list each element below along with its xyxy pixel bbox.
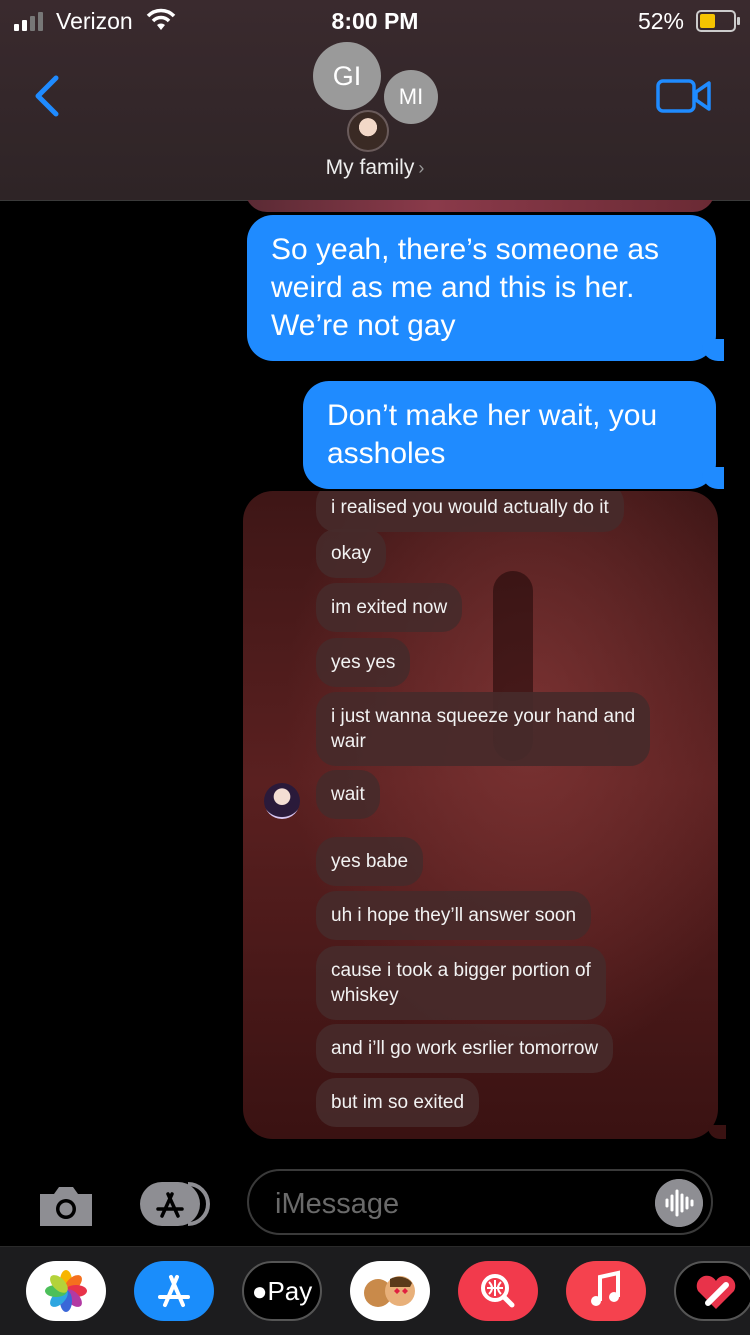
- avatar-mi[interactable]: MI: [384, 70, 438, 124]
- message-text: So yeah, there’s someone as weird as me …: [271, 233, 660, 342]
- group-name[interactable]: My family ›: [0, 156, 750, 180]
- screenshot-bubble: i realised you would actually do it: [316, 491, 624, 532]
- screenshot-bubble: yes babe: [316, 837, 424, 886]
- avatar-photo[interactable]: [347, 110, 389, 152]
- audio-waveform-icon[interactable]: [655, 1179, 703, 1227]
- contact-avatar: [264, 783, 300, 819]
- screenshot-bubble: im exited now: [316, 583, 463, 632]
- screenshot-bubble: and i’ll go work esrlier tomorrow: [316, 1024, 614, 1073]
- music-icon[interactable]: [566, 1261, 646, 1321]
- chevron-right-icon: ›: [418, 158, 425, 178]
- heart-sticker-icon[interactable]: [674, 1261, 750, 1321]
- message-input[interactable]: [273, 1183, 637, 1225]
- apple-pay-label: Pay: [267, 1275, 313, 1306]
- web-search-icon[interactable]: [458, 1261, 538, 1321]
- bubble-tail: [708, 1125, 726, 1139]
- screenshot-bubble: okay: [316, 529, 387, 578]
- group-name-label: My family: [325, 156, 415, 179]
- screenshot-bubble: uh i hope they’ll answer soon: [316, 891, 592, 940]
- screenshot-bubble: cause i took a bigger portion of whiskey: [316, 946, 606, 1020]
- previous-image-attachment[interactable]: [245, 200, 715, 212]
- memoji-icon[interactable]: [350, 1261, 430, 1321]
- apple-logo-icon: ●: [251, 1275, 268, 1306]
- message-text: Don’t make her wait, you assholes: [327, 399, 658, 470]
- photos-icon[interactable]: [26, 1261, 106, 1321]
- message-field[interactable]: [247, 1169, 713, 1235]
- screenshot-bubble: yes yes: [316, 638, 411, 687]
- avatar-gi[interactable]: GI: [313, 42, 381, 110]
- camera-icon[interactable]: [36, 1182, 96, 1228]
- battery-percent: 52%: [637, 8, 684, 34]
- compose-bar: [0, 1160, 750, 1246]
- imessage-app-drawer: ● Pay: [0, 1246, 750, 1335]
- app-store-icon[interactable]: [138, 1180, 214, 1228]
- conversation-header: Verizon 8:00 PM 52% GI MI My family ›: [0, 0, 750, 201]
- apple-pay-button[interactable]: ● Pay: [242, 1261, 322, 1321]
- chevron-left-icon[interactable]: [30, 74, 64, 118]
- battery-icon: [696, 10, 740, 32]
- outgoing-message[interactable]: Don’t make her wait, you assholes: [303, 381, 724, 489]
- screenshot-attachment[interactable]: i realised you would actually do it okay…: [243, 491, 718, 1139]
- battery-level: [700, 14, 715, 28]
- message-thread[interactable]: So yeah, there’s someone as weird as me …: [0, 200, 750, 1160]
- screenshot-bubble: but im so exited: [316, 1078, 480, 1127]
- outgoing-message[interactable]: So yeah, there’s someone as weird as me …: [247, 215, 724, 361]
- screenshot-bubble: wait: [316, 770, 380, 819]
- video-camera-icon[interactable]: [656, 78, 712, 114]
- status-bar: Verizon 8:00 PM 52%: [0, 0, 750, 42]
- app-store-icon[interactable]: [134, 1261, 214, 1321]
- screenshot-bubble: i just wanna squeeze your hand and wair: [316, 692, 651, 766]
